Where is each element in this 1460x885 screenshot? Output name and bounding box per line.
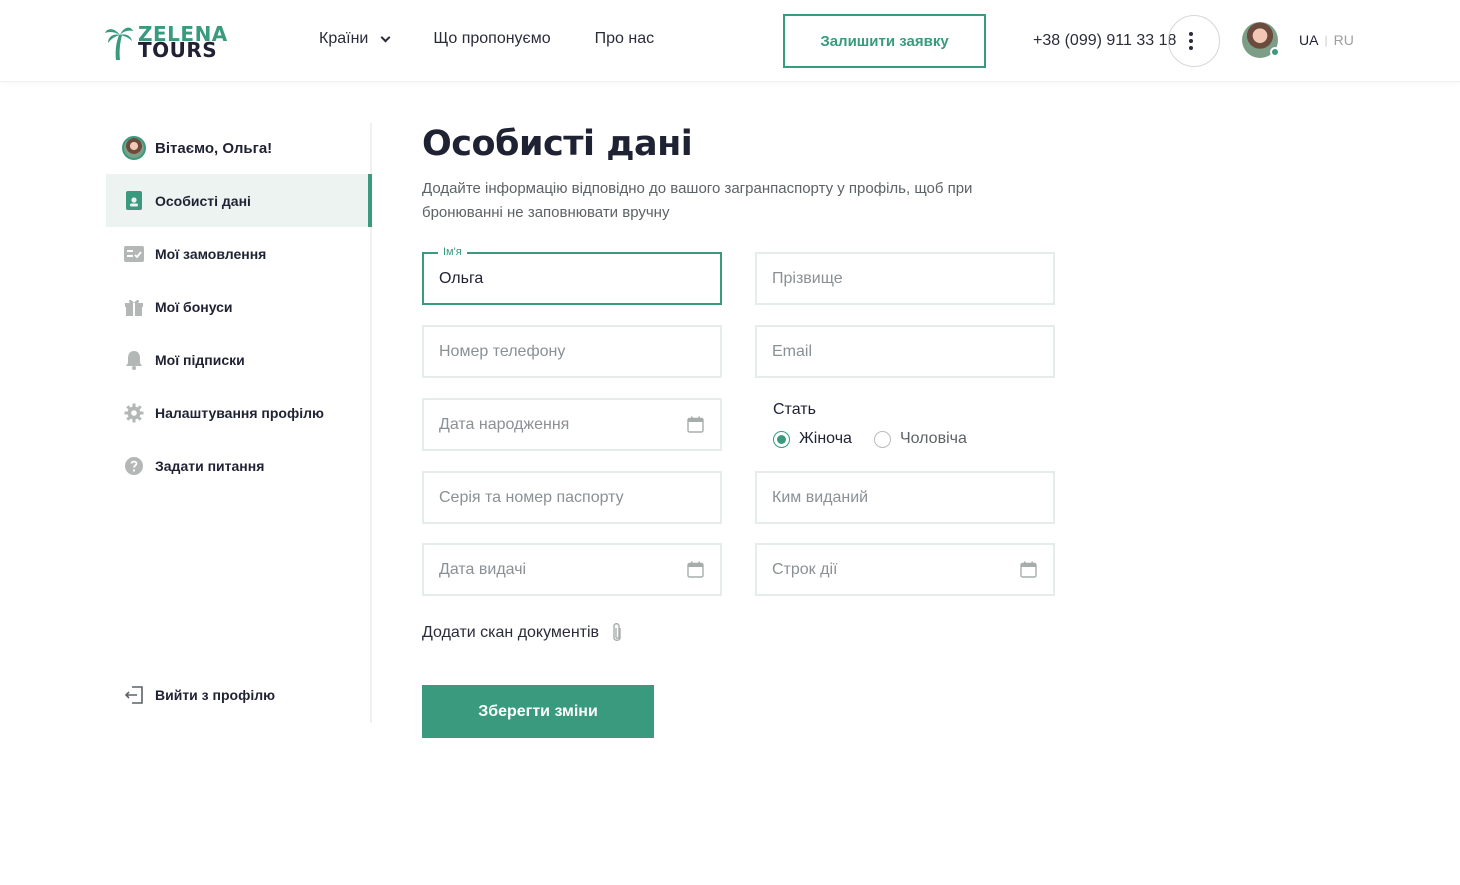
gender-label: Стать: [773, 401, 816, 418]
nav-countries[interactable]: Країни: [319, 30, 391, 48]
leave-request-button[interactable]: Залишити заявку: [783, 14, 986, 68]
issued-by-placeholder: Ким виданий: [772, 488, 869, 506]
more-contacts-button[interactable]: [1168, 15, 1220, 67]
email-field[interactable]: Email: [755, 325, 1055, 378]
main-nav: Країни Що пропонуємо Про нас: [319, 30, 654, 48]
last-name-placeholder: Прізвище: [772, 269, 843, 287]
nav-offers[interactable]: Що пропонуємо: [433, 30, 550, 48]
profile-sidebar: Вітаємо, Ольга! Особисті дані Мої замовл…: [106, 123, 372, 723]
sidebar-item-personal-data[interactable]: Особисті дані: [106, 174, 372, 227]
bell-icon: [123, 349, 145, 371]
calendar-icon[interactable]: [1020, 561, 1037, 578]
issue-date-field[interactable]: Дата видачі: [422, 543, 722, 596]
passport-placeholder: Серія та номер паспорту: [439, 488, 624, 506]
gender-female-radio[interactable]: [773, 430, 790, 448]
expiry-date-field[interactable]: Строк дії: [755, 543, 1055, 596]
sidebar-item-label: Налаштування профілю: [155, 404, 324, 421]
greeting: Вітаємо, Ольга!: [122, 136, 272, 160]
brand-name-line2: TOURS: [138, 38, 218, 62]
lang-ua[interactable]: UA: [1299, 32, 1318, 48]
phone-number[interactable]: +38 (099) 911 33 18: [1033, 32, 1176, 50]
gender-female-label[interactable]: Жіноча: [799, 430, 852, 448]
sidebar-item-label: Мої бонуси: [155, 298, 233, 315]
sidebar-item-label: Мої підписки: [155, 351, 245, 368]
birth-date-placeholder: Дата народження: [439, 415, 570, 433]
online-status-dot: [1270, 47, 1280, 57]
palm-tree-icon: [105, 27, 133, 60]
sidebar-item-label: Мої замовлення: [155, 245, 267, 262]
gear-icon: [123, 402, 145, 424]
birth-date-field[interactable]: Дата народження: [422, 398, 722, 451]
issued-by-field[interactable]: Ким виданий: [755, 471, 1055, 524]
gender-male-label[interactable]: Чоловіча: [900, 430, 967, 448]
page-subtitle: Додайте інформацію відповідно до вашого …: [422, 180, 973, 221]
brand-logo[interactable]: ZELENA TOURS: [104, 22, 244, 62]
gender-male-radio[interactable]: [873, 430, 891, 448]
logout-button[interactable]: Вийти з профілю: [106, 668, 372, 721]
chevron-down-icon: [380, 32, 391, 42]
passport-number-field[interactable]: Серія та номер паспорту: [422, 471, 722, 524]
question-icon: [123, 455, 145, 477]
orders-icon: [123, 243, 145, 265]
site-header: ZELENA TOURS Країни Що пропонуємо Про на…: [0, 0, 1460, 82]
kebab-icon: [1189, 32, 1193, 50]
logout-label: Вийти з профілю: [155, 686, 276, 703]
calendar-icon[interactable]: [687, 416, 704, 433]
sidebar-item-subscriptions[interactable]: Мої підписки: [106, 333, 372, 386]
nav-about[interactable]: Про нас: [595, 30, 654, 48]
logout-icon: [123, 684, 145, 706]
gift-icon: [123, 296, 145, 318]
expiry-placeholder: Строк дії: [772, 560, 838, 578]
first-name-field[interactable]: Ім'я Ольга: [422, 246, 722, 305]
profile-card-icon: [123, 190, 145, 212]
nav-countries-label: Країни: [319, 30, 369, 47]
sidebar-item-bonuses[interactable]: Мої бонуси: [106, 280, 372, 333]
language-switcher: UA | RU: [1299, 32, 1354, 48]
last-name-field[interactable]: Прізвище: [755, 252, 1055, 305]
greeting-text: Вітаємо, Ольга!: [155, 139, 273, 157]
issue-date-placeholder: Дата видачі: [439, 560, 527, 578]
first-name-value: Ольга: [439, 269, 484, 287]
first-name-label: Ім'я: [438, 246, 467, 258]
page-title: Особисті дані: [422, 124, 693, 164]
lang-ru[interactable]: RU: [1334, 32, 1354, 48]
sidebar-item-orders[interactable]: Мої замовлення: [106, 227, 372, 280]
sidebar-item-label: Особисті дані: [155, 192, 251, 209]
paperclip-icon: [613, 623, 621, 641]
email-placeholder: Email: [772, 342, 813, 360]
sidebar-item-settings[interactable]: Налаштування профілю: [106, 386, 372, 439]
calendar-icon[interactable]: [687, 561, 704, 578]
gender-radio-group: Жіноча Чоловіча: [773, 430, 967, 448]
phone-field[interactable]: Номер телефону: [422, 325, 722, 378]
lang-separator: |: [1324, 33, 1328, 47]
save-changes-button[interactable]: Зберегти зміни: [422, 685, 654, 738]
attach-label: Додати скан документів: [422, 624, 600, 641]
attach-documents-button[interactable]: Додати скан документів: [422, 622, 623, 644]
sidebar-item-label: Задати питання: [155, 457, 265, 474]
sidebar-item-ask-question[interactable]: Задати питання: [106, 439, 372, 492]
avatar: [122, 136, 146, 160]
phone-placeholder: Номер телефону: [439, 342, 566, 360]
